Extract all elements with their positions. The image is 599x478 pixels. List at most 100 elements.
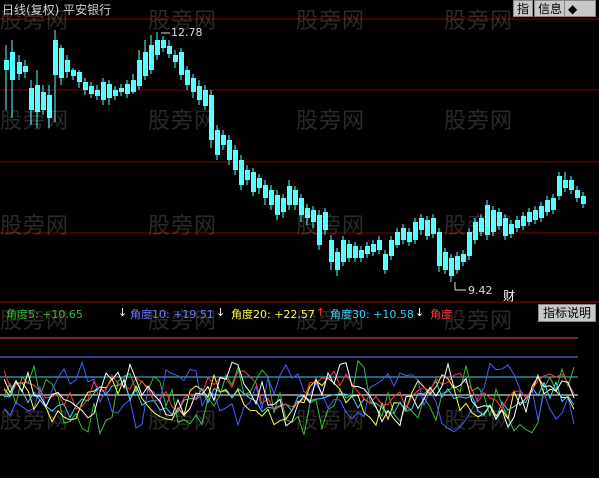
- candle-body-down: [275, 195, 280, 215]
- candle-body-down: [443, 252, 448, 270]
- candle-body-down: [53, 40, 58, 75]
- candle-body-down: [479, 218, 484, 232]
- chart-title: 日线(复权) 平安银行: [2, 3, 112, 17]
- candle-body-down: [455, 256, 460, 270]
- candle-body-down: [95, 90, 100, 96]
- candle-body-down: [35, 85, 40, 112]
- candle-body-down: [503, 218, 508, 236]
- candle-body-down: [83, 82, 88, 90]
- candle-body-down: [419, 218, 424, 230]
- candle-body-down: [569, 180, 574, 190]
- candle-body-down: [161, 40, 166, 48]
- candle-body-down: [263, 185, 268, 198]
- candle-body-down: [461, 254, 466, 262]
- candle-body-down: [557, 176, 562, 196]
- candle-body-down: [377, 240, 382, 250]
- info-button[interactable]: 信息: [534, 0, 567, 17]
- candle-body-down: [113, 90, 118, 96]
- candle-body-down: [10, 52, 15, 80]
- nav-button[interactable]: ◆: [564, 0, 596, 17]
- legend-angle30: 角度30: +10.58: [330, 308, 414, 321]
- candle-body-down: [281, 198, 286, 212]
- candle-body-down: [413, 222, 418, 240]
- candle-body-down: [137, 60, 142, 86]
- price-low-label: 9.42: [468, 284, 493, 297]
- nav-arrow-icon: ◆: [568, 2, 578, 16]
- candle-body-down: [581, 196, 586, 204]
- legend-angle20: 角度20: +22.57: [231, 308, 315, 321]
- candle-body-down: [4, 60, 9, 70]
- down-arrow-icon: ↓: [415, 306, 425, 319]
- legend-angle10: 角度10: +19.51: [130, 308, 214, 321]
- candle-body-down: [251, 172, 256, 192]
- financial-report-marker[interactable]: 财: [503, 287, 515, 304]
- candle-body-down: [119, 88, 124, 92]
- angle-line-20: [3, 373, 575, 427]
- candle-body-down: [71, 70, 76, 76]
- candle-body-down: [239, 160, 244, 185]
- candle-body-down: [143, 52, 148, 76]
- legend-angle5: 角度5: +10.65: [6, 308, 83, 321]
- candle-body-down: [545, 200, 550, 212]
- candle-body-down: [101, 82, 106, 100]
- candle-body-down: [215, 130, 220, 155]
- up-arrow-icon: ↑: [316, 306, 326, 319]
- candle-body-down: [233, 150, 238, 170]
- candle-body-down: [491, 210, 496, 232]
- candle-body-down: [131, 80, 136, 92]
- candle-body-down: [41, 92, 46, 110]
- candle-body-down: [311, 210, 316, 222]
- candle-body-down: [269, 190, 274, 205]
- chart-canvas: [0, 18, 599, 436]
- candle-body-down: [551, 198, 556, 210]
- candle-body-down: [227, 140, 232, 160]
- candle-body-down: [329, 240, 334, 262]
- candle-body-down: [425, 220, 430, 236]
- candle-body-down: [437, 232, 442, 266]
- candle-body-down: [485, 205, 490, 235]
- candle-body-down: [59, 48, 64, 78]
- candle-body-down: [185, 70, 190, 85]
- candle-body-down: [191, 78, 196, 92]
- candle-body-down: [341, 240, 346, 262]
- candle-body-down: [353, 246, 358, 258]
- candle-body-down: [293, 190, 298, 205]
- candle-body-down: [371, 244, 376, 252]
- candle-body-down: [563, 180, 568, 188]
- candle-body-down: [347, 244, 352, 258]
- candle-body-down: [287, 186, 292, 205]
- down-arrow-icon: ↓: [118, 306, 128, 319]
- candle-body-down: [497, 212, 502, 226]
- candle-body-down: [29, 88, 34, 110]
- candle-body-down: [359, 250, 364, 258]
- candle-body-down: [389, 240, 394, 256]
- candle-body-down: [107, 84, 112, 98]
- candle-body-down: [383, 254, 388, 270]
- candle-body-down: [245, 170, 250, 180]
- top-bar: 日线(复权) 平安银行 指 信息 ◆: [0, 0, 599, 18]
- indicator-toggle-button[interactable]: 指: [513, 0, 534, 17]
- candle-body-down: [89, 86, 94, 94]
- candle-body-down: [539, 206, 544, 218]
- candle-body-down: [527, 212, 532, 222]
- candle-body-down: [317, 215, 322, 245]
- down-arrow-icon: ↓: [216, 306, 226, 319]
- candle-body-down: [209, 95, 214, 140]
- candle-body-down: [407, 232, 412, 242]
- candle-body-down: [197, 86, 202, 100]
- indicator-help-button[interactable]: 指标说明: [537, 304, 596, 322]
- candle-body-down: [509, 224, 514, 234]
- candle-body-down: [149, 45, 154, 70]
- angle-line-30: [3, 380, 575, 421]
- candle-body-down: [155, 40, 160, 55]
- candle-body-down: [257, 178, 262, 188]
- candle-body-down: [575, 190, 580, 198]
- legend-angle: 角度: [430, 308, 452, 321]
- candle-body-down: [521, 216, 526, 226]
- candle-body-down: [473, 222, 478, 240]
- candle-body-down: [167, 46, 172, 54]
- candle-body-down: [23, 66, 28, 72]
- candle-body-down: [449, 258, 454, 276]
- candle-body-down: [77, 72, 82, 82]
- candle-body-down: [401, 228, 406, 240]
